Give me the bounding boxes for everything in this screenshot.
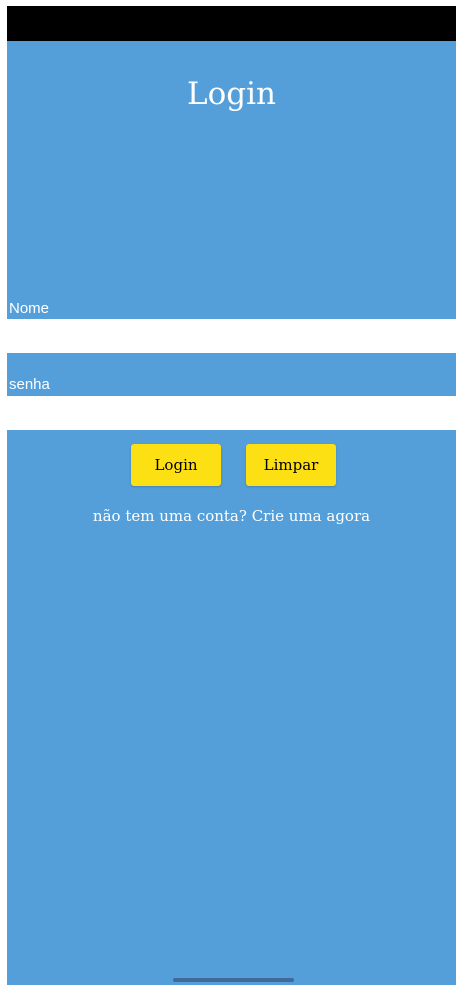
senha-input[interactable] — [7, 396, 456, 430]
status-bar — [7, 6, 456, 41]
home-indicator[interactable] — [173, 978, 294, 982]
login-screen: Login Nome senha Login Limpar não tem um… — [7, 6, 456, 985]
page-title: Login — [187, 76, 276, 112]
nome-input[interactable] — [7, 319, 456, 353]
signup-link[interactable]: não tem uma conta? Crie uma agora — [7, 506, 456, 526]
nome-label: Nome — [9, 300, 50, 317]
senha-label: senha — [9, 376, 50, 393]
login-button[interactable]: Login — [131, 444, 221, 486]
limpar-button[interactable]: Limpar — [246, 444, 336, 486]
